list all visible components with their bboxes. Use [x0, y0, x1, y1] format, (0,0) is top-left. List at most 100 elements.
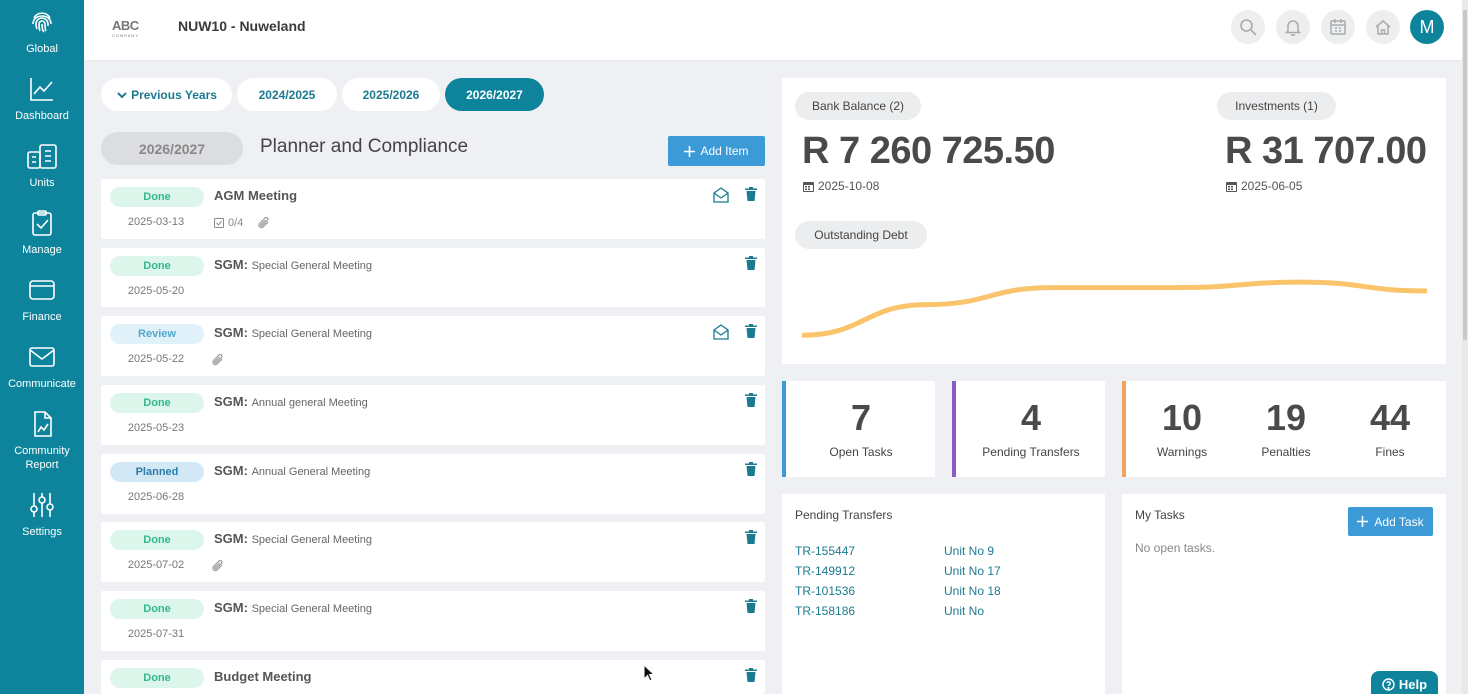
open-tasks-count: 7	[850, 397, 872, 438]
chart-line-icon	[30, 78, 53, 101]
status-badge: Done	[110, 393, 204, 413]
envelope-open-icon[interactable]	[713, 324, 729, 340]
transfer-ref-link[interactable]: TR-155447	[795, 544, 855, 558]
trash-icon[interactable]	[745, 187, 757, 201]
pending-transfers-card[interactable]: 4 Pending Transfers	[952, 381, 1105, 477]
help-button[interactable]: Help	[1371, 671, 1438, 694]
add-task-button[interactable]: Add Task	[1348, 507, 1433, 536]
investments-amount: R 31 707.00	[1225, 130, 1427, 172]
notifications-button[interactable]	[1276, 10, 1310, 44]
sidebar-item-units[interactable]: Units	[0, 142, 84, 190]
item-date: 2025-07-02	[127, 559, 185, 571]
paperclip-icon	[212, 559, 223, 572]
no-tasks-message: No open tasks.	[1135, 541, 1216, 555]
envelope-icon	[29, 347, 55, 367]
item-meta	[211, 559, 225, 573]
building-icon	[27, 144, 57, 169]
sidebar-item-label: Finance	[22, 311, 62, 323]
planner-item[interactable]: Done 2025-05-20 SGM: Special General Mee…	[101, 248, 765, 307]
outstanding-debt-chip[interactable]: Outstanding Debt	[795, 221, 927, 249]
search-icon	[1240, 19, 1257, 36]
my-tasks-heading: My Tasks	[1135, 508, 1185, 522]
trash-icon[interactable]	[745, 462, 757, 476]
investments-chip[interactable]: Investments (1)	[1217, 92, 1336, 120]
pending-transfers-panel: Pending Transfers TR-155447 Unit No 9 TR…	[782, 494, 1105, 694]
transfer-ref-link[interactable]: TR-101536	[795, 584, 855, 598]
transfer-unit-link[interactable]: Unit No 9	[944, 544, 994, 558]
trash-icon[interactable]	[745, 256, 757, 270]
tab-2026-2027[interactable]: 2026/2027	[445, 78, 544, 111]
item-title: SGM: Special General Meeting	[214, 600, 373, 615]
trash-icon[interactable]	[745, 668, 757, 682]
transfer-unit-link[interactable]: Unit No 17	[944, 564, 1001, 578]
bank-balance-amount: R 7 260 725.50	[802, 130, 1055, 172]
transfer-unit-link[interactable]: Unit No	[944, 604, 984, 618]
item-title: SGM: Special General Meeting	[214, 325, 373, 340]
sidebar-item-manage[interactable]: Manage	[0, 209, 84, 257]
trash-icon[interactable]	[745, 393, 757, 407]
mouse-cursor-icon	[643, 664, 655, 682]
add-item-button[interactable]: Add Item	[668, 136, 765, 166]
item-title: SGM: Annual General Meeting	[214, 463, 371, 478]
planner-item[interactable]: Planned 2025-06-28 SGM: Annual General M…	[101, 454, 765, 514]
scrollbar-thumb[interactable]	[1463, 10, 1467, 340]
transfer-ref-link[interactable]: TR-158186	[795, 604, 855, 618]
paperclip-icon	[258, 216, 269, 229]
planner-item[interactable]: Review 2025-05-22 SGM: Special General M…	[101, 316, 765, 376]
item-title: AGM Meeting	[214, 188, 298, 203]
plus-icon	[1357, 516, 1369, 527]
sidebar-item-finance[interactable]: Finance	[0, 276, 84, 324]
envelope-open-icon[interactable]	[713, 187, 729, 203]
sidebar-item-community-report[interactable]: Community Report	[0, 410, 84, 472]
status-badge: Done	[110, 599, 204, 619]
fingerprint-icon	[32, 12, 52, 33]
status-badge: Done	[110, 256, 204, 276]
trash-icon[interactable]	[745, 324, 757, 338]
item-meta: 0/4	[214, 216, 271, 230]
calendar-button[interactable]	[1321, 10, 1355, 44]
wallet-icon	[29, 280, 55, 300]
item-date: 2025-05-22	[127, 353, 185, 365]
sidebar-item-dashboard[interactable]: Dashboard	[0, 75, 84, 123]
transfer-unit-link[interactable]: Unit No 18	[944, 584, 1001, 598]
clipboard-check-icon	[32, 210, 52, 236]
tab-2025-2026[interactable]: 2025/2026	[342, 78, 440, 111]
report-icon	[34, 411, 52, 437]
planner-item[interactable]: Done 2025-03-13 AGM Meeting 0/4	[101, 179, 765, 239]
calendar-icon	[1330, 19, 1346, 35]
planner-item[interactable]: Done 2025-05-23 SGM: Annual general Meet…	[101, 385, 765, 445]
previous-years-dropdown[interactable]: Previous Years	[101, 78, 232, 111]
trash-icon[interactable]	[745, 599, 757, 613]
item-date: 2025-05-20	[127, 285, 185, 297]
sidebar-item-label: Dashboard	[15, 110, 69, 122]
bank-balance-chip[interactable]: Bank Balance (2)	[795, 92, 921, 120]
item-meta	[211, 353, 225, 367]
calendar-icon	[1226, 181, 1237, 192]
status-badge: Review	[110, 324, 204, 344]
item-date: 2025-07-31	[127, 628, 185, 640]
home-button[interactable]	[1366, 10, 1400, 44]
bell-icon	[1284, 20, 1302, 36]
selected-year-badge: 2026/2027	[101, 132, 243, 165]
sidebar-item-global[interactable]: Global	[0, 8, 84, 56]
add-task-label: Add Task	[1374, 514, 1424, 529]
compliance-stats-card[interactable]: 10 Warnings 19 Penalties 44 Fines	[1122, 381, 1446, 477]
page-title: NUW10 - Nuweland	[178, 18, 306, 34]
debt-series-line	[802, 279, 1427, 338]
planner-item[interactable]: Done Budget Meeting	[101, 660, 765, 694]
tab-2024-2025[interactable]: 2024/2025	[237, 78, 337, 111]
sidebar-item-communicate[interactable]: Communicate	[0, 343, 84, 391]
outstanding-debt-chart	[802, 279, 1427, 338]
item-title: SGM: Special General Meeting	[214, 257, 373, 272]
planner-item[interactable]: Done 2025-07-31 SGM: Special General Mee…	[101, 591, 765, 651]
search-button[interactable]	[1231, 10, 1265, 44]
planner-item[interactable]: Done 2025-07-02 SGM: Special General Mee…	[101, 522, 765, 582]
open-tasks-card[interactable]: 7 Open Tasks	[782, 381, 935, 477]
transfer-ref-link[interactable]: TR-149912	[795, 564, 855, 578]
avatar[interactable]: M	[1410, 10, 1444, 44]
sidebar-item-label: Manage	[22, 244, 62, 256]
pending-transfers-count: 4	[1020, 397, 1042, 438]
sidebar-item-label-line2: Report	[25, 459, 59, 471]
trash-icon[interactable]	[745, 530, 757, 544]
sidebar-item-settings[interactable]: Settings	[0, 491, 84, 539]
